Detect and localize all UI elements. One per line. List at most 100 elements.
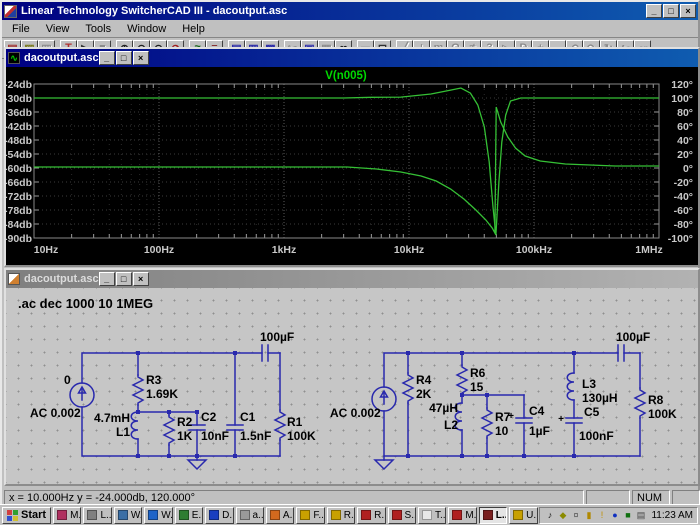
y-left-tick: -84db [6, 219, 32, 231]
power-icon[interactable]: ! [596, 510, 607, 521]
menu-window[interactable]: Window [119, 21, 174, 37]
bode-plot[interactable]: -24db-30db-36db-42db-48db-54db-60db-66db… [6, 67, 698, 265]
key-icon[interactable]: ¤ [570, 510, 581, 521]
x-axis-tick: 10Hz [34, 244, 59, 256]
menu-tools[interactable]: Tools [77, 21, 119, 37]
plot-maximize-button[interactable]: □ [116, 51, 132, 65]
y-left-tick: -60db [6, 163, 32, 175]
taskbar: Start M...L...W...W...E...D...a...A...F.… [0, 504, 700, 525]
taskbar-button-1[interactable]: L... [83, 507, 111, 524]
maximize-button[interactable]: □ [663, 4, 679, 18]
y-right-tick: 20° [677, 149, 693, 161]
y-left-tick: -36db [6, 107, 32, 119]
start-button[interactable]: Start [2, 507, 51, 524]
inductor-l3[interactable] [567, 373, 574, 400]
y-left-tick: -24db [6, 79, 32, 91]
y-right-tick: -20° [674, 177, 693, 189]
taskbar-button-0[interactable]: M... [53, 507, 81, 524]
display-icon[interactable]: ■ [622, 510, 633, 521]
y-right-tick: 60° [677, 121, 693, 133]
volume-icon[interactable]: ♪ [544, 510, 555, 521]
taskbar-button-15[interactable]: U... [509, 507, 537, 524]
svg-text:L1: L1 [116, 425, 130, 439]
right-circuit [372, 345, 645, 469]
svg-text:1.69K: 1.69K [146, 387, 178, 401]
component-labels: 0 AC 0.002 R3 1.69K 4.7mH L1 R2 1K C2 10… [30, 330, 677, 443]
status-spacer [586, 490, 630, 505]
y-left-tick: -90db [6, 233, 32, 245]
y-right-tick: -100° [668, 233, 693, 245]
resistor-r1[interactable] [275, 410, 285, 440]
svg-text:R3: R3 [146, 373, 162, 387]
plot-close-button[interactable]: × [133, 51, 149, 65]
menu-help[interactable]: Help [174, 21, 213, 37]
y-right-tick: 120° [671, 79, 693, 91]
menu-file[interactable]: File [4, 21, 38, 37]
y-right-tick: 100° [671, 93, 693, 105]
svg-text:10nF: 10nF [201, 429, 229, 443]
taskbar-button-4[interactable]: E... [175, 507, 203, 524]
voltage-source-v1[interactable] [70, 383, 94, 407]
svg-text:L2: L2 [444, 418, 458, 432]
app-icon [118, 510, 128, 520]
battery-icon[interactable]: ▮ [583, 510, 594, 521]
svg-text:C4: C4 [529, 404, 545, 418]
plot-minimize-button[interactable]: _ [99, 51, 115, 65]
app-icon [270, 510, 280, 520]
resistor-r3[interactable] [133, 375, 143, 405]
menu-bar: FileViewToolsWindowHelp [2, 20, 698, 38]
taskbar-button-10[interactable]: R... [357, 507, 385, 524]
svg-text:L3: L3 [582, 377, 596, 391]
svg-text:47µH: 47µH [429, 401, 458, 415]
app-icon [179, 510, 189, 520]
sch-minimize-button[interactable]: _ [99, 272, 115, 286]
taskbar-button-14[interactable]: L... [479, 507, 507, 524]
svg-text:1.5nF: 1.5nF [240, 429, 271, 443]
taskbar-button-9[interactable]: R... [327, 507, 355, 524]
taskbar-button-6[interactable]: a... [236, 507, 264, 524]
y-left-tick: -42db [6, 121, 32, 133]
svg-text:130µH: 130µH [582, 391, 618, 405]
svg-text:1K: 1K [177, 429, 193, 443]
taskbar-button-5[interactable]: D... [205, 507, 233, 524]
resistor-r6[interactable] [457, 365, 467, 395]
taskbar-button-2[interactable]: W... [114, 507, 142, 524]
x-axis-tick: 1MHz [635, 244, 662, 256]
minimize-button[interactable]: _ [646, 4, 662, 18]
sch-close-button[interactable]: × [133, 272, 149, 286]
app-icon [209, 510, 219, 520]
app-icon [331, 510, 341, 520]
app-icon [392, 510, 402, 520]
schematic-canvas[interactable]: .ac dec 1000 10 1MEG [6, 288, 698, 484]
resistor-r2[interactable] [164, 415, 174, 445]
schematic-drawing: 0 AC 0.002 R3 1.69K 4.7mH L1 R2 1K C2 10… [6, 288, 698, 484]
scheduler-icon[interactable]: ◆ [557, 510, 568, 521]
app-icon [57, 510, 67, 520]
taskbar-button-8[interactable]: F... [296, 507, 324, 524]
update-icon[interactable]: ● [609, 510, 620, 521]
schematic-window-title-bar[interactable]: dacoutput.asc _ □ × [6, 270, 698, 288]
resistor-r4[interactable] [403, 373, 413, 403]
taskbar-button-12[interactable]: T... [418, 507, 446, 524]
app-icon [87, 510, 97, 520]
app-icon [148, 510, 158, 520]
plot-canvas[interactable]: -24db-30db-36db-42db-48db-54db-60db-66db… [6, 67, 698, 265]
sch-maximize-button[interactable]: □ [116, 272, 132, 286]
resistor-r7[interactable] [482, 408, 492, 438]
menu-view[interactable]: View [38, 21, 78, 37]
taskbar-button-7[interactable]: A... [266, 507, 294, 524]
svg-text:R2: R2 [177, 415, 193, 429]
taskbar-button-11[interactable]: S... [388, 507, 416, 524]
ground-symbol-right[interactable] [375, 460, 393, 469]
y-left-tick: -54db [6, 149, 32, 161]
taskbar-button-13[interactable]: M... [448, 507, 476, 524]
inductor-l1[interactable] [131, 412, 138, 439]
app-title-bar[interactable]: Linear Technology SwitcherCAD III - daco… [2, 2, 698, 20]
close-button[interactable]: × [680, 4, 696, 18]
resistor-r8[interactable] [635, 388, 645, 418]
y-left-tick: -48db [6, 135, 32, 147]
printer-icon[interactable]: ▤ [635, 510, 646, 521]
taskbar-button-3[interactable]: W... [144, 507, 172, 524]
waveform-window-title-bar[interactable]: ∿ dacoutput.asc _ □ × [6, 49, 698, 67]
ground-symbol-left[interactable] [188, 460, 206, 469]
